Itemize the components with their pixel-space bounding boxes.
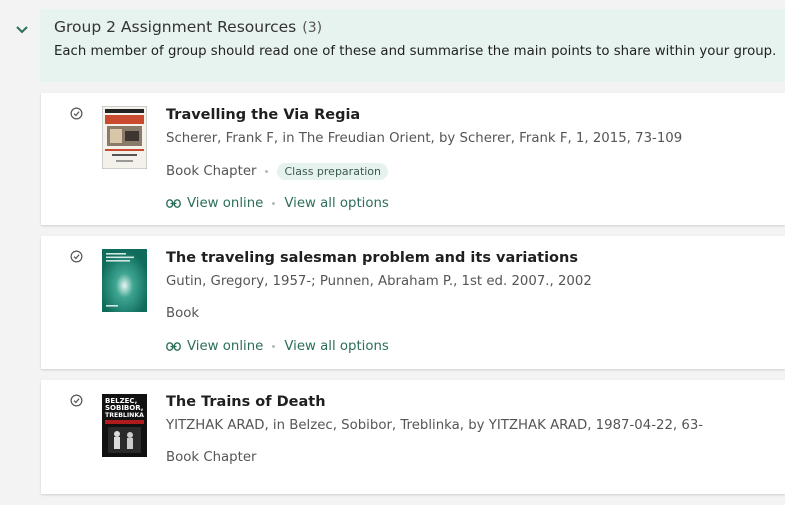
cover-thumbnail[interactable] (102, 106, 147, 169)
resource-type: Book Chapter (166, 164, 257, 179)
view-online-label: View online (187, 339, 264, 354)
resource-meta: Book Chapter Class preparation (166, 163, 389, 180)
separator-dot (272, 202, 276, 205)
section-title-text: Group 2 Assignment Resources (54, 18, 297, 36)
book-cover-image (102, 106, 147, 169)
resource-card: BELZEC, SOBIBOR, TREBLINKA The Trains of… (41, 380, 785, 494)
collapse-section-button[interactable] (12, 22, 32, 38)
resource-meta: Book Chapter (166, 450, 256, 465)
chevron-down-icon (16, 26, 28, 34)
resource-authors: Scherer, Frank F, in The Freudian Orient… (166, 131, 683, 146)
section-header: Group 2 Assignment Resources (3) Each mem… (40, 9, 785, 82)
cover-text: SOBIBOR, (105, 404, 143, 412)
resource-type: Book (166, 306, 200, 321)
resource-meta: Book (166, 306, 199, 321)
link-icon (166, 199, 181, 208)
separator-dot (272, 345, 276, 348)
resource-title[interactable]: The Trains of Death (166, 394, 326, 410)
resource-authors: YITZHAK ARAD, in Belzec, Sobibor, Trebli… (166, 418, 704, 433)
mark-read-icon[interactable] (70, 107, 83, 120)
resource-card: Travelling the Via Regia Scherer, Frank … (41, 93, 785, 225)
resource-card: The traveling salesman problem and its v… (41, 236, 785, 369)
separator-dot (265, 170, 269, 173)
tag-badge: Class preparation (277, 163, 389, 180)
resource-links: View online View all options (166, 196, 389, 211)
cover-text: TREBLINKA (105, 412, 144, 419)
mark-read-icon[interactable] (70, 394, 83, 407)
cover-thumbnail[interactable]: BELZEC, SOBIBOR, TREBLINKA (102, 394, 147, 457)
view-online-label: View online (187, 196, 264, 211)
section-count: (3) (302, 20, 323, 36)
section-description: Each member of group should read one of … (54, 44, 777, 59)
resource-authors: Gutin, Gregory, 1957-; Punnen, Abraham P… (166, 274, 592, 289)
view-all-options-link[interactable]: View all options (284, 196, 389, 211)
cover-thumbnail[interactable] (102, 249, 147, 312)
resource-links: View online View all options (166, 339, 389, 354)
link-icon (166, 342, 181, 351)
view-all-options-link[interactable]: View all options (284, 339, 389, 354)
view-online-link[interactable]: View online (166, 196, 263, 211)
mark-read-icon[interactable] (70, 250, 83, 263)
book-cover-image (102, 249, 147, 312)
view-online-link[interactable]: View online (166, 339, 263, 354)
section-title: Group 2 Assignment Resources (3) (54, 18, 322, 36)
book-cover-image: BELZEC, SOBIBOR, TREBLINKA (102, 394, 147, 457)
resource-title[interactable]: The traveling salesman problem and its v… (166, 250, 578, 266)
resource-type: Book Chapter (166, 450, 257, 465)
resource-title[interactable]: Travelling the Via Regia (166, 107, 360, 123)
